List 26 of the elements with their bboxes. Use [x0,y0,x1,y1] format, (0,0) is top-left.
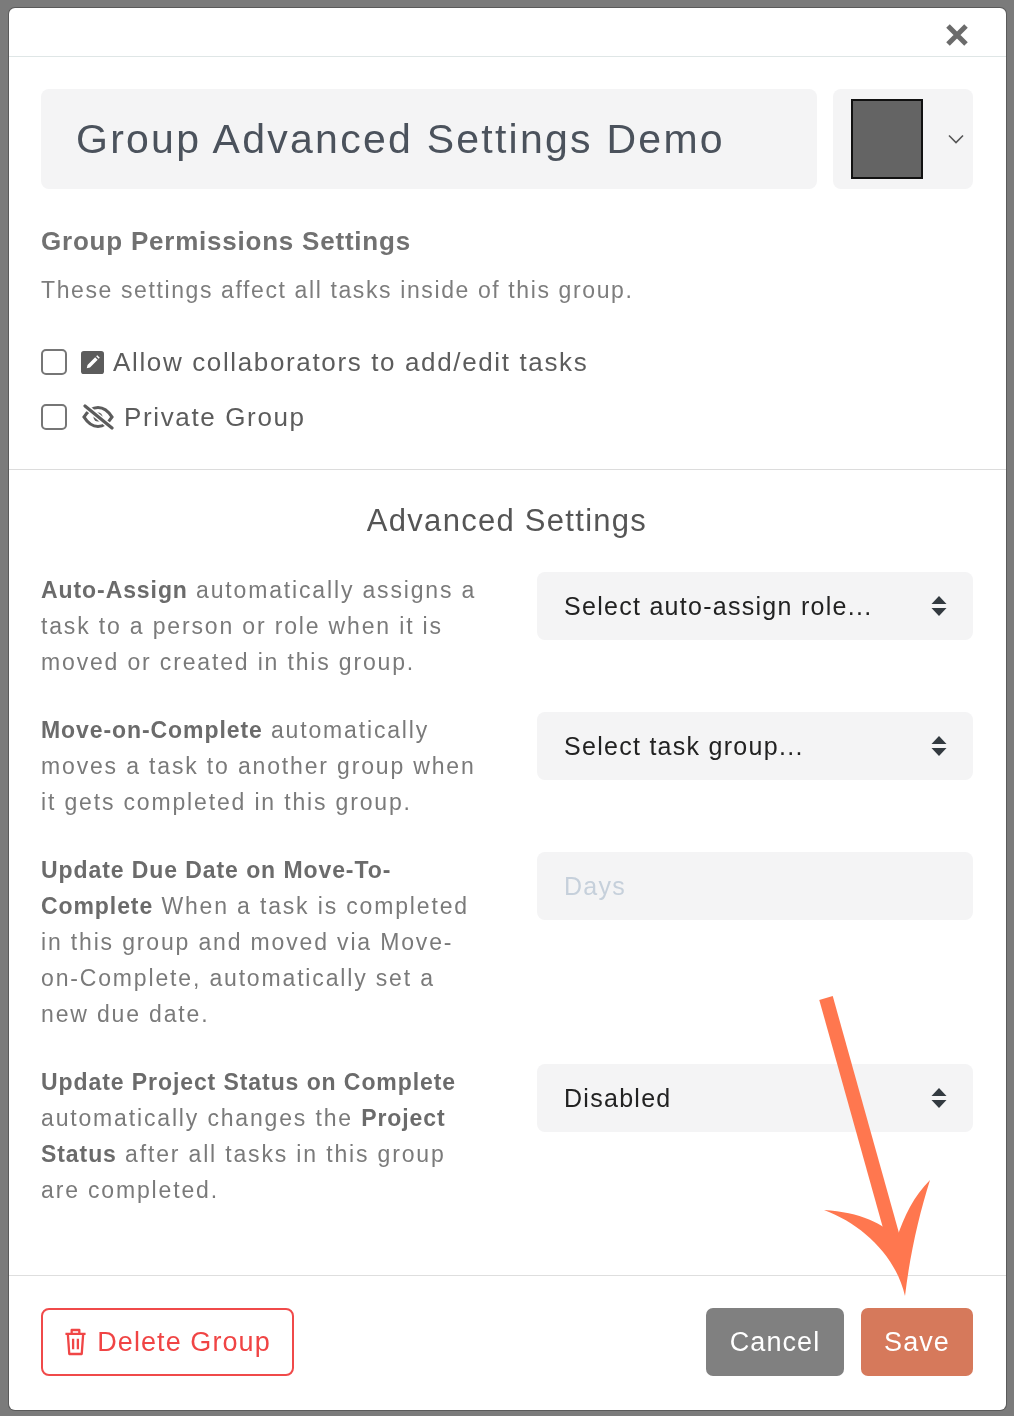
delete-group-button[interactable]: Delete Group [41,1308,294,1376]
dropdown-select[interactable]: Disabled [537,1064,973,1132]
cancel-button[interactable]: Cancel [706,1308,844,1376]
advanced-settings-heading: Advanced Settings [365,503,649,539]
sort-icon [931,595,947,617]
group-name-field[interactable]: Group Advanced Settings Demo [41,89,817,189]
color-picker[interactable] [833,89,973,189]
permissions-heading: Group Permissions Settings [41,226,412,257]
checkbox[interactable] [41,349,67,375]
sort-icon [931,735,947,757]
setting-description: Update Due Date on Move-To-Complete When a task is completed in this group and moved via Move-on-Complete, automatically set a new due date. [41,856,470,1029]
eye-slash-icon [81,404,115,430]
checkbox-label: Allow collaborators to add/edit tasks [113,346,589,378]
permissions-description: These settings affect all tasks inside of this group. [41,276,635,305]
checkbox[interactable] [41,404,67,430]
dropdown-select[interactable]: Select auto-assign role... [537,572,973,640]
edit-icon [81,350,104,374]
setting-description: Update Project Status on Complete automatically changes the Project Status after all tasks in this group are completed. [41,1068,458,1205]
checkbox-label: Private Group [124,401,306,433]
dropdown-select[interactable]: Select task group... [537,712,973,780]
chevron-down-icon [948,134,964,144]
setting-description: Move-on-Complete automatically moves a task to another group when it gets completed in this group. [41,716,477,817]
close-icon[interactable] [945,23,969,47]
sort-icon [931,1087,947,1109]
trash-icon [64,1328,88,1356]
setting-description: Auto-Assign automatically assigns a task to a person or role when it is moved or created in this group. [41,576,478,677]
